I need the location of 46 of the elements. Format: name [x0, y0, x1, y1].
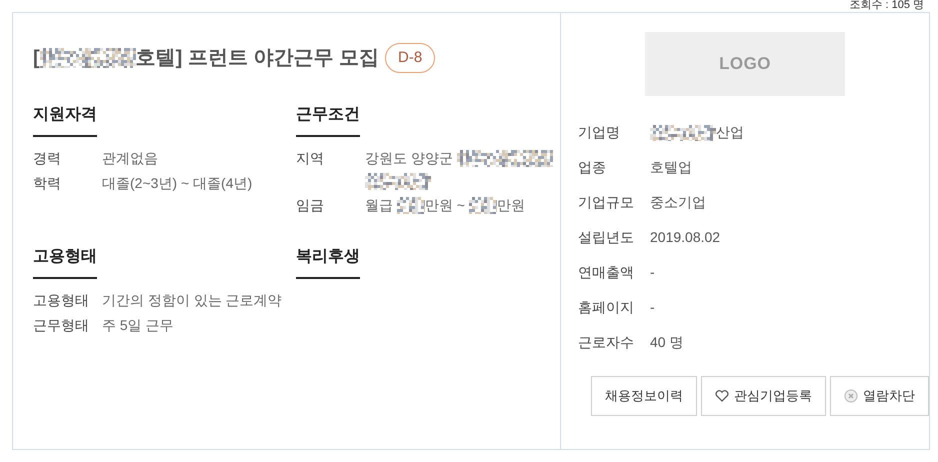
field-label: 기업명: [578, 123, 621, 142]
field-value: 월급: [365, 196, 394, 215]
close-circle-icon: [844, 389, 858, 403]
field-value: 중소기업: [650, 193, 706, 212]
view-count: 조회수 : 105 명: [849, 0, 924, 11]
field-label: 업종: [578, 158, 607, 177]
section-heading: 복리후생: [296, 245, 360, 279]
heart-icon: [715, 390, 729, 402]
field-value: 산업: [716, 123, 744, 142]
field-value: 호텔업: [650, 158, 692, 177]
field-value: -: [650, 263, 655, 282]
field-label: 기업규모: [578, 193, 635, 212]
field-value: 만원: [496, 196, 525, 215]
company-logo: LOGO: [645, 32, 845, 96]
field-label: 임금: [296, 196, 325, 215]
field-label: 경력: [33, 149, 62, 168]
field-value: 관계없음: [102, 149, 158, 168]
action-button[interactable]: 열람차단: [830, 376, 929, 416]
pixelated-redaction: [468, 196, 497, 214]
section-heading: 고용형태: [33, 245, 97, 279]
job-title: 호텔] 프런트 야간근무 모집: [136, 46, 380, 71]
action-button[interactable]: 채용정보이력: [591, 376, 697, 416]
pixelated-redaction: [365, 173, 431, 190]
job-title: [: [33, 46, 40, 71]
field-label: 지역: [296, 149, 325, 168]
field-label: 근로자수: [578, 333, 635, 352]
field-value: 강원도 양양군: [365, 149, 454, 168]
field-value: -: [650, 298, 655, 317]
section-heading: 지원자격: [33, 103, 97, 137]
field-value: 주 5일 근무: [102, 316, 174, 335]
field-value: 40 명: [650, 333, 684, 352]
field-label: 설립년도: [578, 228, 635, 247]
action-button[interactable]: 관심기업등록: [701, 376, 826, 416]
field-label: 고용형태: [33, 291, 90, 310]
field-label: 연매출액: [578, 263, 635, 282]
section-heading: 근무조건: [296, 103, 360, 137]
pixelated-redaction: [396, 196, 425, 214]
deadline-badge: D-8: [385, 43, 436, 73]
field-label: 학력: [33, 174, 62, 193]
field-value: 기간의 정함이 있는 근로계약: [102, 291, 282, 310]
field-value: 대졸(2~3년) ~ 대졸(4년): [102, 174, 252, 193]
field-value: 2019.08.02: [650, 228, 720, 247]
field-label: 근무형태: [33, 316, 90, 335]
pixelated-redaction: [650, 124, 716, 140]
field-label: 홈페이지: [578, 298, 635, 317]
field-value: 만원 ~: [424, 196, 466, 215]
